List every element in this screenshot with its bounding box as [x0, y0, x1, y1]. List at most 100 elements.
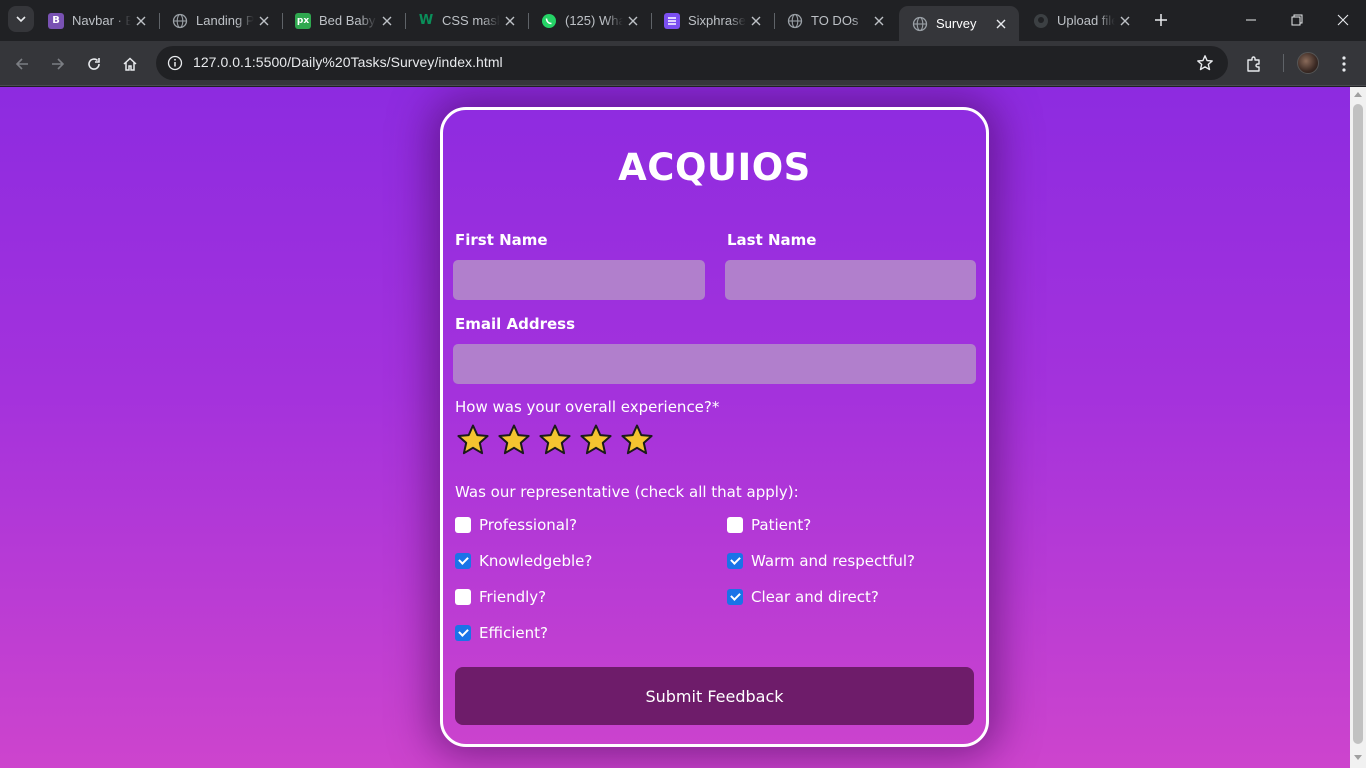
forward-button[interactable]: [44, 50, 72, 78]
page-viewport: ACQUIOS First Name Last Name Email Addre…: [0, 87, 1350, 768]
star-icon[interactable]: [497, 423, 531, 457]
option-efficient[interactable]: Efficient?: [455, 623, 548, 643]
checkbox[interactable]: [727, 553, 743, 569]
option-label: Efficient?: [479, 624, 548, 642]
bookmark-star-icon[interactable]: [1194, 52, 1216, 74]
star-icon[interactable]: [620, 423, 654, 457]
close-icon: [1337, 14, 1349, 26]
tab-todos[interactable]: TO DOs: [774, 0, 897, 41]
option-friendly[interactable]: Friendly?: [455, 587, 546, 607]
tab-sixphrase[interactable]: Sixphrase: [651, 0, 775, 41]
email-input[interactable]: [453, 344, 976, 384]
menu-button[interactable]: [1330, 50, 1358, 78]
url-text[interactable]: 127.0.0.1:5500/Daily%20Tasks/Survey/inde…: [193, 54, 503, 70]
option-label: Clear and direct?: [751, 588, 879, 606]
first-name-label: First Name: [455, 231, 548, 249]
tab-survey[interactable]: Survey: [899, 6, 1019, 41]
arrow-left-icon: [15, 58, 28, 70]
close-tab-icon[interactable]: [131, 11, 151, 31]
tab-title: Landing Page: [196, 13, 254, 28]
checkbox[interactable]: [727, 589, 743, 605]
puzzle-icon: [1247, 56, 1260, 72]
close-tab-icon[interactable]: [623, 11, 643, 31]
survey-title: ACQUIOS: [618, 146, 811, 189]
extensions-button[interactable]: [1240, 50, 1268, 78]
option-patient[interactable]: Patient?: [727, 515, 811, 535]
scrollbar-thumb[interactable]: [1353, 104, 1363, 744]
submit-feedback-button[interactable]: Submit Feedback: [455, 667, 974, 725]
scroll-up-icon[interactable]: [1354, 92, 1362, 97]
home-button[interactable]: [116, 50, 144, 78]
github-icon: [1033, 13, 1049, 29]
representative-question: Was our representative (check all that a…: [455, 483, 799, 501]
tab-css-mask[interactable]: W CSS mask: [405, 0, 529, 41]
tab-title: CSS mask: [442, 13, 500, 28]
close-tab-icon[interactable]: [500, 11, 520, 31]
tab-title: Survey: [936, 16, 977, 31]
star-rating: [456, 423, 654, 457]
checkbox[interactable]: [455, 589, 471, 605]
option-clear-direct[interactable]: Clear and direct?: [727, 587, 879, 607]
star-icon[interactable]: [579, 423, 613, 457]
scroll-down-icon[interactable]: [1354, 755, 1362, 760]
star-icon[interactable]: [538, 423, 572, 457]
close-tab-icon[interactable]: [254, 11, 274, 31]
close-tab-icon[interactable]: [377, 11, 397, 31]
minimize-button[interactable]: [1228, 0, 1274, 40]
profile-avatar[interactable]: [1297, 52, 1319, 74]
close-tab-icon[interactable]: [869, 11, 889, 31]
tab-bed-baby[interactable]: px Bed Baby: [282, 0, 406, 41]
arrow-right-icon: [52, 58, 65, 70]
address-bar[interactable]: 127.0.0.1:5500/Daily%20Tasks/Survey/inde…: [156, 46, 1228, 80]
checkbox[interactable]: [455, 517, 471, 533]
tab-whatsapp[interactable]: (125) WhatsApp: [528, 0, 652, 41]
close-tab-icon[interactable]: [991, 14, 1011, 34]
minimize-icon: [1246, 19, 1256, 21]
home-icon: [123, 57, 137, 71]
tab-landing[interactable]: Landing Page: [159, 0, 283, 41]
restore-icon: [1291, 14, 1303, 26]
option-label: Patient?: [751, 516, 812, 534]
tab-title: Navbar · Bootstrap: [72, 13, 131, 28]
globe-icon: [172, 13, 188, 29]
option-label: Knowledgeble?: [479, 552, 593, 570]
option-knowledgeable[interactable]: Knowledgeble?: [455, 551, 592, 571]
experience-question: How was your overall experience?*: [455, 398, 720, 416]
option-professional[interactable]: Professional?: [455, 515, 577, 535]
last-name-input[interactable]: [725, 260, 976, 300]
tab-title: TO DOs: [811, 13, 859, 28]
new-tab-button[interactable]: [1150, 9, 1172, 31]
tab-title: Bed Baby: [319, 13, 376, 28]
option-label: Professional?: [479, 516, 578, 534]
reload-button[interactable]: [80, 50, 108, 78]
restore-button[interactable]: [1274, 0, 1320, 40]
tab-title: Upload files: [1057, 13, 1115, 28]
tab-upload-files[interactable]: Upload files: [1020, 0, 1143, 41]
chevron-down-icon: [16, 16, 26, 23]
option-warm-respectful[interactable]: Warm and respectful?: [727, 551, 915, 571]
page-scrollbar[interactable]: [1350, 87, 1366, 768]
kebab-menu-icon: [1342, 56, 1346, 72]
last-name-label: Last Name: [727, 231, 817, 249]
checkbox[interactable]: [455, 625, 471, 641]
close-tab-icon[interactable]: [1115, 11, 1135, 31]
close-window-button[interactable]: [1320, 0, 1366, 40]
browser-toolbar: 127.0.0.1:5500/Daily%20Tasks/Survey/inde…: [0, 41, 1366, 86]
tab-title: (125) WhatsApp: [565, 13, 623, 28]
checkbox[interactable]: [727, 517, 743, 533]
reload-icon: [88, 58, 100, 70]
tab-navbar[interactable]: B Navbar · Bootstrap: [35, 0, 160, 41]
tab-search-button[interactable]: [8, 6, 34, 32]
globe-icon: [912, 16, 928, 32]
survey-card: ACQUIOS First Name Last Name Email Addre…: [440, 107, 989, 747]
close-tab-icon[interactable]: [746, 11, 766, 31]
option-label: Friendly?: [479, 588, 547, 606]
email-label: Email Address: [455, 315, 576, 333]
list-icon: [664, 12, 680, 29]
back-button[interactable]: [8, 50, 36, 78]
checkbox[interactable]: [455, 553, 471, 569]
star-icon[interactable]: [456, 423, 490, 457]
site-info-icon[interactable]: [162, 50, 188, 76]
first-name-input[interactable]: [453, 260, 705, 300]
globe-icon: [787, 13, 803, 29]
